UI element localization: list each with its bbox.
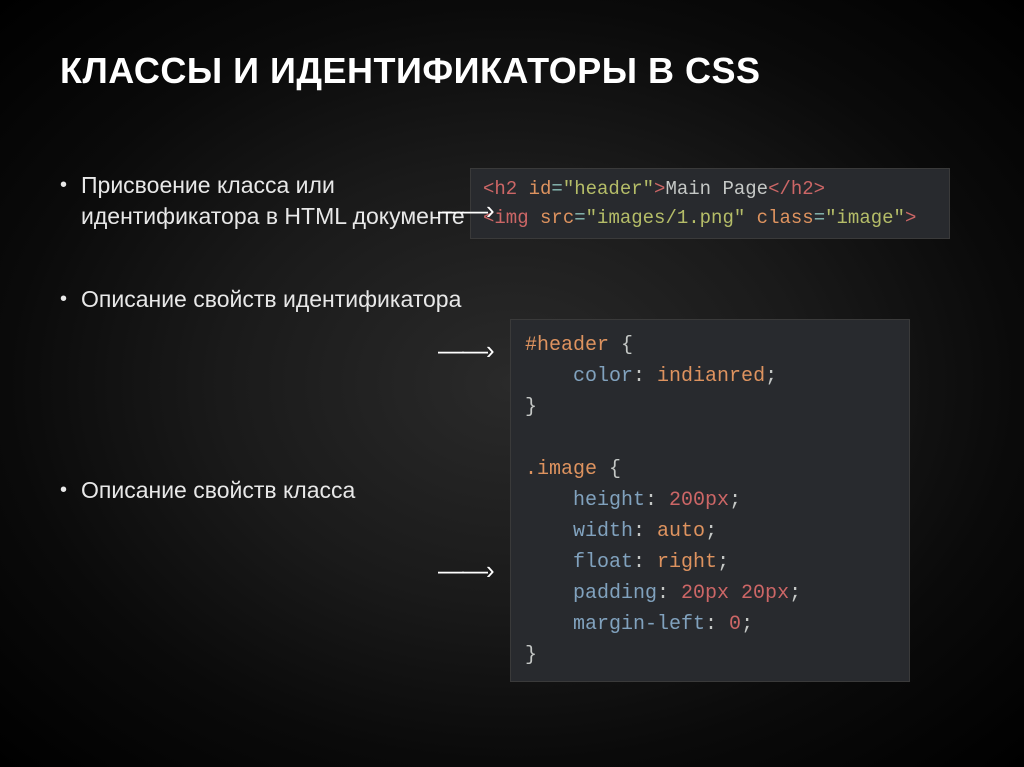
slide-title: КЛАССЫ И ИДЕНТИФИКАТОРЫ В CSS	[60, 50, 964, 92]
bullet-item: • Присвоение класса или идентификатора в…	[60, 170, 470, 232]
bullet-item: • Описание свойств идентификатора	[60, 284, 470, 315]
bullet-list: • Присвоение класса или идентификатора в…	[60, 162, 470, 682]
code-css-snippet: #header { color: indianred; } .image { h…	[510, 319, 910, 682]
bullet-dot-icon: •	[60, 475, 67, 505]
bullet-dot-icon: •	[60, 284, 67, 314]
code-html-snippet: <h2 id="header">Main Page</h2> <img src=…	[470, 168, 950, 239]
arrow-icon: ——›	[438, 335, 493, 366]
bullet-text: Присвоение класса или идентификатора в H…	[81, 170, 470, 232]
arrow-icon: ——›	[438, 195, 493, 226]
bullet-text: Описание свойств идентификатора	[81, 284, 461, 315]
bullet-item: • Описание свойств класса	[60, 475, 470, 506]
arrow-icon: ——›	[438, 555, 493, 586]
bullet-text: Описание свойств класса	[81, 475, 355, 506]
bullet-dot-icon: •	[60, 170, 67, 200]
